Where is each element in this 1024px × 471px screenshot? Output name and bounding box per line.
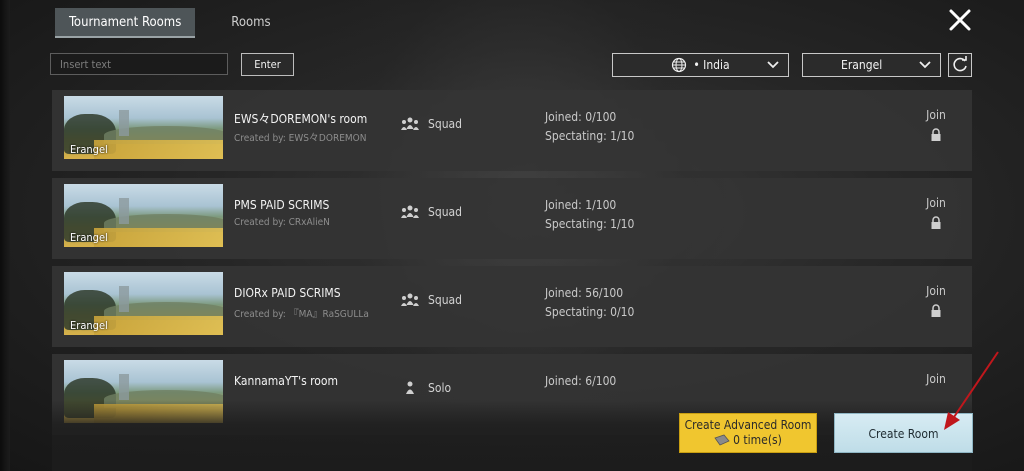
map-dropdown[interactable]: Erangel	[802, 53, 941, 77]
room-row[interactable]: Erangel DIORx PAID SCRIMS Created by: 『M…	[52, 266, 972, 347]
squad-icon	[401, 205, 419, 218]
enter-button[interactable]: Enter	[241, 53, 294, 76]
region-dropdown[interactable]: • India	[612, 53, 789, 77]
joined-count: Joined: 1/100	[545, 198, 617, 212]
map-thumbnail: Erangel	[64, 96, 223, 159]
room-row[interactable]: Erangel EWS々DOREMON's room Created by: E…	[52, 90, 972, 171]
chevron-down-icon	[767, 61, 779, 69]
room-row[interactable]: Erangel PMS PAID SCRIMS Created by: CRxA…	[52, 178, 972, 259]
room-creator: Created by: EWS々DOREMON	[234, 133, 367, 144]
thumbnail-map-label: Erangel	[70, 231, 108, 244]
thumbnail-map-label: Erangel	[70, 319, 108, 332]
room-name: DIORx PAID SCRIMS	[234, 286, 341, 300]
close-icon[interactable]	[946, 6, 974, 34]
join-button[interactable]: Join	[914, 372, 958, 386]
create-advanced-room-button[interactable]: Create Advanced Room 0 time(s)	[679, 413, 817, 453]
advanced-room-times: 0 time(s)	[733, 433, 782, 447]
globe-icon	[672, 57, 687, 73]
room-name: EWS々DOREMON's room	[234, 112, 368, 126]
room-name: KannamaYT's room	[234, 374, 339, 388]
solo-icon	[406, 381, 414, 394]
squad-icon	[401, 117, 419, 130]
joined-count: Joined: 0/100	[545, 110, 617, 124]
lock-icon	[931, 128, 941, 141]
refresh-button[interactable]	[948, 53, 972, 77]
map-value: Erangel	[841, 58, 883, 72]
map-thumbnail: Erangel	[64, 272, 223, 335]
joined-count: Joined: 6/100	[545, 374, 617, 388]
tab-rooms[interactable]: Rooms	[217, 8, 284, 38]
room-mode: Squad	[400, 292, 462, 308]
create-room-button[interactable]: Create Room	[834, 413, 973, 453]
left-edge	[0, 0, 10, 471]
join-button[interactable]: Join	[914, 108, 958, 122]
refresh-icon	[953, 56, 967, 72]
search-input[interactable]	[50, 53, 228, 75]
thumbnail-map-label: Erangel	[70, 143, 108, 156]
room-name: PMS PAID SCRIMS	[234, 198, 330, 212]
join-button[interactable]: Join	[914, 284, 958, 298]
advanced-room-label: Create Advanced Room	[684, 418, 812, 432]
mode-label: Squad	[428, 117, 463, 131]
map-thumbnail: Erangel	[64, 184, 223, 247]
tab-bar: Tournament Rooms Rooms	[55, 8, 285, 38]
room-creator: Created by: 『MA』RaSGULLa	[234, 309, 369, 320]
room-mode: Solo	[404, 380, 451, 396]
room-creator: Created by: CRxAlieN	[234, 217, 330, 228]
join-button[interactable]: Join	[914, 196, 958, 210]
spectating-count: Spectating: 0/10	[545, 305, 635, 319]
advanced-room-count: 0 time(s)	[680, 433, 816, 447]
lock-icon	[931, 304, 941, 317]
mode-label: Solo	[428, 381, 452, 395]
room-mode: Squad	[400, 116, 462, 132]
lock-icon	[931, 216, 941, 229]
region-value: • India	[693, 58, 730, 72]
mode-label: Squad	[428, 293, 463, 307]
mode-label: Squad	[428, 205, 463, 219]
ticket-icon	[714, 434, 730, 446]
chevron-down-icon	[919, 61, 931, 69]
tab-tournament-rooms[interactable]: Tournament Rooms	[55, 8, 196, 38]
room-mode: Squad	[400, 204, 462, 220]
spectating-count: Spectating: 1/10	[545, 217, 635, 231]
joined-count: Joined: 56/100	[545, 286, 624, 300]
spectating-count: Spectating: 1/10	[545, 129, 635, 143]
squad-icon	[401, 293, 419, 306]
